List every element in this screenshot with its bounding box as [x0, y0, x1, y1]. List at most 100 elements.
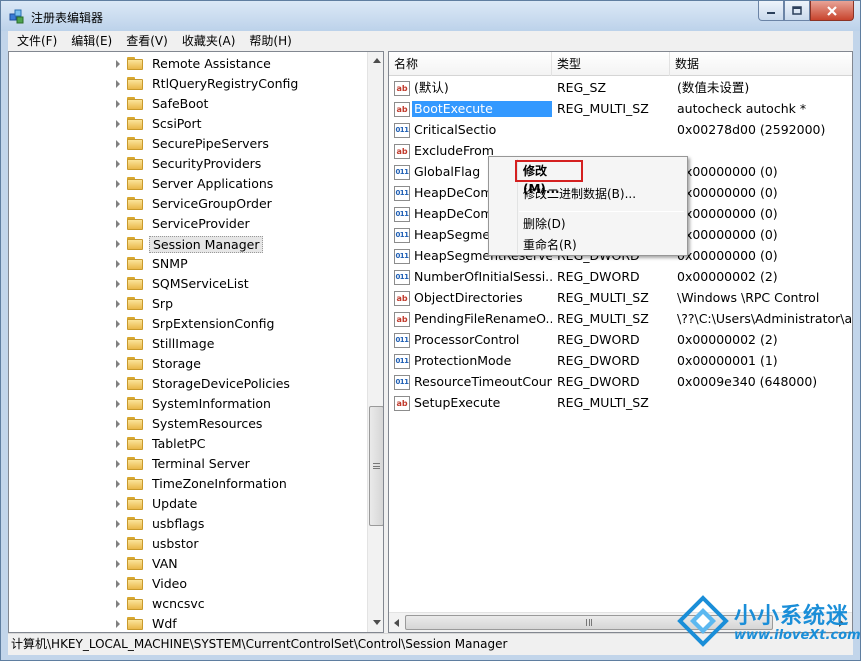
expand-arrow-icon[interactable]: [116, 160, 120, 168]
expand-arrow-icon[interactable]: [116, 520, 120, 528]
expand-arrow-icon[interactable]: [116, 180, 120, 188]
tree-item[interactable]: StillImage: [9, 334, 369, 354]
tree-item[interactable]: SecurityProviders: [9, 154, 369, 174]
window-title: 注册表编辑器: [31, 11, 104, 25]
registry-editor-window: 注册表编辑器 文件(F) 编辑(E) 查看(V) 收藏夹(A) 帮助(H) Re…: [0, 0, 861, 661]
expand-arrow-icon[interactable]: [116, 280, 120, 288]
tree-scroll-thumb[interactable]: [369, 406, 383, 526]
expand-arrow-icon[interactable]: [116, 220, 120, 228]
value-row[interactable]: 011 ResourceTimeoutCount REG_DWORD 0x0009e3…: [389, 372, 852, 393]
expand-arrow-icon[interactable]: [116, 460, 120, 468]
folder-icon: [127, 577, 144, 591]
expand-arrow-icon[interactable]: [116, 440, 120, 448]
expand-arrow-icon[interactable]: [116, 120, 120, 128]
expand-arrow-icon[interactable]: [116, 400, 120, 408]
string-value-icon: ab: [394, 396, 410, 411]
string-value-icon: ab: [394, 81, 410, 96]
grip-icon: [586, 619, 592, 626]
menu-favorites[interactable]: 收藏夹(A): [175, 31, 243, 51]
tree-item[interactable]: RtlQueryRegistryConfig: [9, 74, 369, 94]
value-row[interactable]: ab ObjectDirectories REG_MULTI_SZ \Windows …: [389, 288, 852, 309]
folder-icon: [127, 497, 144, 511]
tree-item[interactable]: Srp: [9, 294, 369, 314]
tree-item[interactable]: VAN: [9, 554, 369, 574]
tree-item[interactable]: SafeBoot: [9, 94, 369, 114]
expand-arrow-icon[interactable]: [116, 320, 120, 328]
tree-item[interactable]: SystemInformation: [9, 394, 369, 414]
tree-vertical-scrollbar[interactable]: [367, 52, 383, 632]
tree-item[interactable]: Storage: [9, 354, 369, 374]
tree-item-label: SecurityProviders: [152, 156, 262, 171]
tree-item[interactable]: wcncsvc: [9, 594, 369, 614]
expand-arrow-icon[interactable]: [116, 560, 120, 568]
value-type: REG_DWORD: [557, 269, 640, 284]
expand-arrow-icon[interactable]: [116, 340, 120, 348]
title-bar[interactable]: 注册表编辑器: [1, 1, 860, 31]
value-row[interactable]: 011 ProcessorControl REG_DWORD 0x00000002 (…: [389, 330, 852, 351]
expand-arrow-icon[interactable]: [116, 380, 120, 388]
folder-icon: [127, 137, 144, 151]
value-row[interactable]: ab (默认) REG_SZ (数值未设置): [389, 78, 852, 99]
minimize-button[interactable]: [758, 1, 784, 21]
value-row[interactable]: 011 NumberOfInitialSessi... REG_DWORD 0x000…: [389, 267, 852, 288]
value-row[interactable]: 011 ProtectionMode REG_DWORD 0x00000001 (1): [389, 351, 852, 372]
value-row[interactable]: ab SetupExecute REG_MULTI_SZ: [389, 393, 852, 414]
menu-help[interactable]: 帮助(H): [242, 31, 298, 51]
menu-edit[interactable]: 编辑(E): [64, 31, 119, 51]
expand-arrow-icon[interactable]: [116, 260, 120, 268]
tree-item[interactable]: ScsiPort: [9, 114, 369, 134]
expand-arrow-icon[interactable]: [116, 60, 120, 68]
menu-file[interactable]: 文件(F): [10, 31, 64, 51]
close-button[interactable]: [810, 1, 854, 21]
column-header-name[interactable]: 名称: [389, 52, 552, 76]
folder-icon: [127, 317, 144, 331]
tree-item[interactable]: Session Manager: [9, 234, 369, 254]
value-row[interactable]: 011 CriticalSectio 0x00278d00 (2592000): [389, 120, 852, 141]
tree-item[interactable]: TimeZoneInformation: [9, 474, 369, 494]
value-row[interactable]: ab BootExecute REG_MULTI_SZ autocheck autoc…: [389, 99, 852, 120]
tree-item[interactable]: StorageDevicePolicies: [9, 374, 369, 394]
tree-item[interactable]: Remote Assistance: [9, 54, 369, 74]
maximize-button[interactable]: [784, 1, 810, 21]
expand-arrow-icon[interactable]: [116, 480, 120, 488]
expand-arrow-icon[interactable]: [116, 360, 120, 368]
tree-item[interactable]: Server Applications: [9, 174, 369, 194]
menu-view[interactable]: 查看(V): [119, 31, 175, 51]
expand-arrow-icon[interactable]: [116, 140, 120, 148]
context-item-delete[interactable]: 删除(D): [491, 213, 686, 235]
tree-item[interactable]: SrpExtensionConfig: [9, 314, 369, 334]
column-header-data[interactable]: 数据: [670, 52, 852, 76]
context-item-modify[interactable]: 修改(M)...: [515, 160, 583, 196]
tree-item[interactable]: usbflags: [9, 514, 369, 534]
tree-item[interactable]: Video: [9, 574, 369, 594]
expand-arrow-icon[interactable]: [116, 240, 120, 248]
expand-arrow-icon[interactable]: [116, 620, 120, 628]
expand-arrow-icon[interactable]: [116, 100, 120, 108]
expand-arrow-icon[interactable]: [116, 200, 120, 208]
tree-item[interactable]: usbstor: [9, 534, 369, 554]
expand-arrow-icon[interactable]: [116, 500, 120, 508]
tree-item[interactable]: ServiceProvider: [9, 214, 369, 234]
tree-item[interactable]: Wdf: [9, 614, 369, 632]
value-row[interactable]: ab PendingFileRenameO... REG_MULTI_SZ \??\C…: [389, 309, 852, 330]
tree-item[interactable]: Update: [9, 494, 369, 514]
expand-arrow-icon[interactable]: [116, 420, 120, 428]
expand-arrow-icon[interactable]: [116, 80, 120, 88]
column-header-type[interactable]: 类型: [552, 52, 670, 76]
context-item-modify-binary[interactable]: 修改二进制数据(B)...: [491, 183, 686, 205]
expand-arrow-icon[interactable]: [116, 600, 120, 608]
expand-arrow-icon[interactable]: [116, 540, 120, 548]
scroll-down-arrow[interactable]: [368, 614, 383, 631]
tree-item[interactable]: SQMServiceList: [9, 274, 369, 294]
scroll-up-arrow[interactable]: [368, 52, 383, 69]
tree-item[interactable]: TabletPC: [9, 434, 369, 454]
expand-arrow-icon[interactable]: [116, 300, 120, 308]
tree-item[interactable]: SystemResources: [9, 414, 369, 434]
tree-item[interactable]: Terminal Server: [9, 454, 369, 474]
chevron-left-icon[interactable]: [394, 619, 399, 627]
tree-item[interactable]: SNMP: [9, 254, 369, 274]
tree-item[interactable]: ServiceGroupOrder: [9, 194, 369, 214]
tree-item[interactable]: SecurePipeServers: [9, 134, 369, 154]
expand-arrow-icon[interactable]: [116, 580, 120, 588]
context-item-rename[interactable]: 重命名(R): [491, 234, 686, 256]
